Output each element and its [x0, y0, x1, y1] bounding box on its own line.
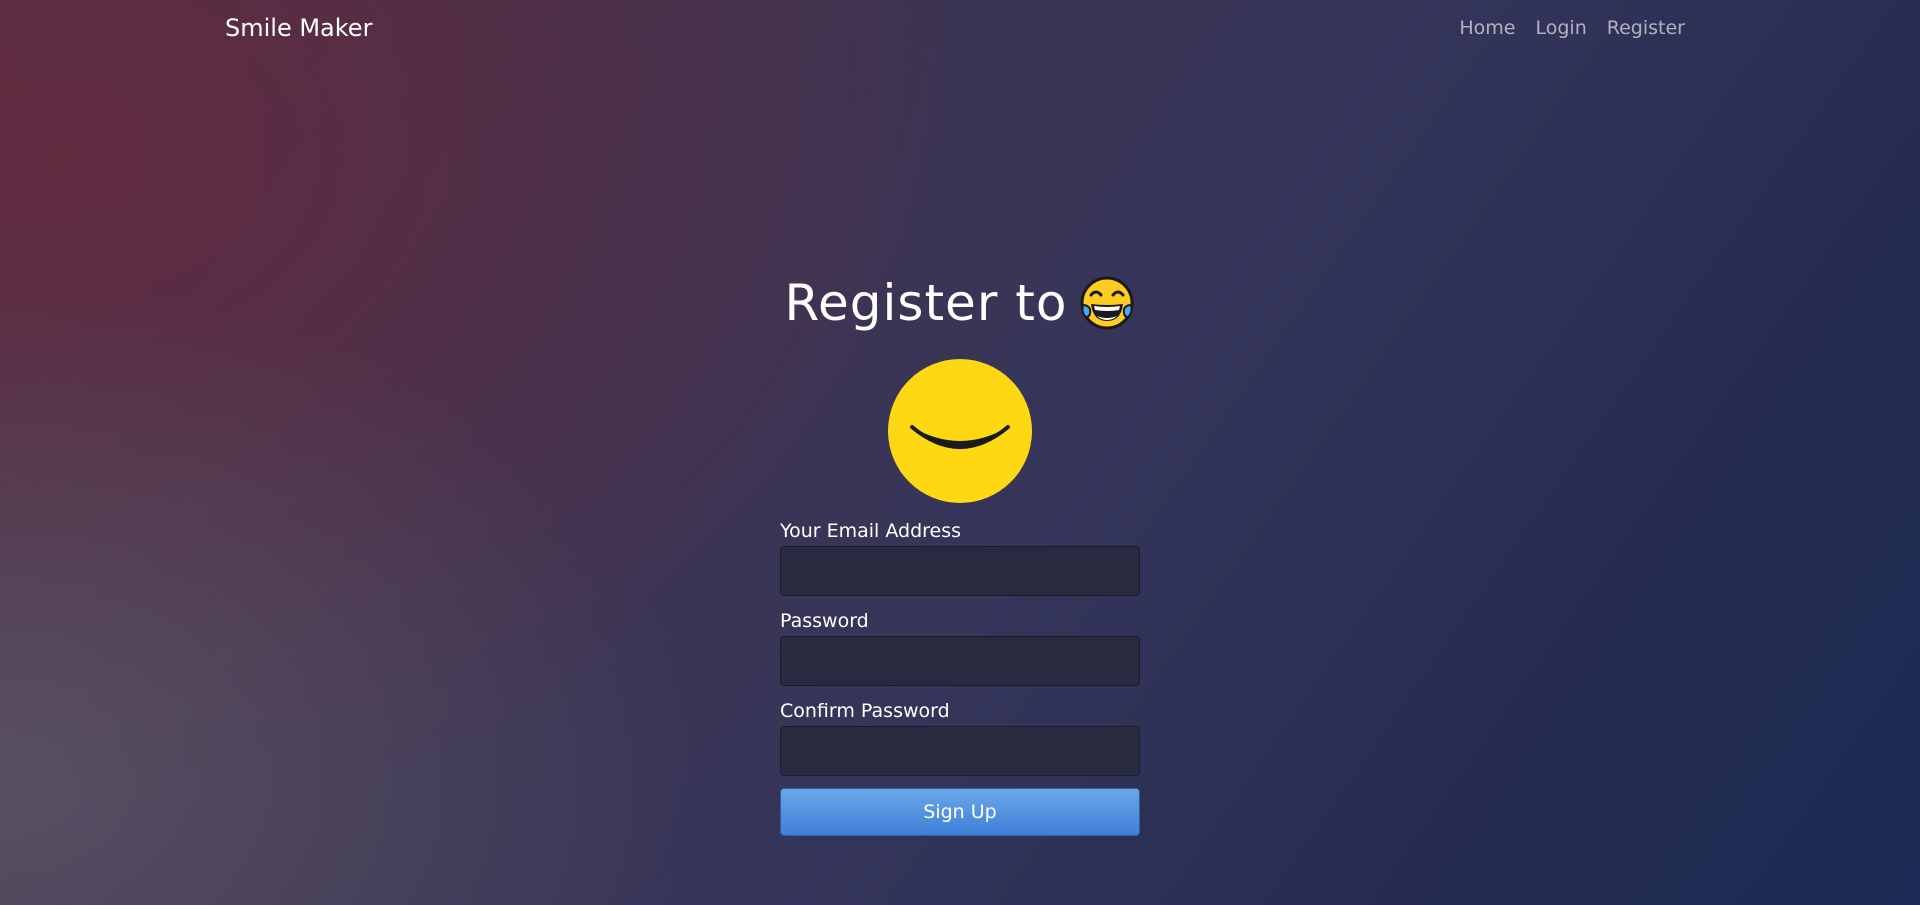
email-label: Your Email Address	[780, 520, 962, 542]
page-title-text: Register to	[784, 274, 1068, 332]
face-with-tears-of-joy-icon	[1079, 275, 1135, 331]
page-title: Register to	[0, 268, 1920, 338]
register-form: Your Email Address Password Confirm Pass…	[780, 518, 1140, 836]
password-label: Password	[780, 610, 869, 632]
main-content: Register to Your Email Address Password …	[0, 0, 1920, 905]
email-input[interactable]	[780, 546, 1140, 596]
confirm-password-label: Confirm Password	[780, 700, 950, 722]
sign-up-button[interactable]: Sign Up	[780, 788, 1140, 836]
confirm-password-input[interactable]	[780, 726, 1140, 776]
smiley-face-icon	[888, 359, 1032, 503]
password-input[interactable]	[780, 636, 1140, 686]
